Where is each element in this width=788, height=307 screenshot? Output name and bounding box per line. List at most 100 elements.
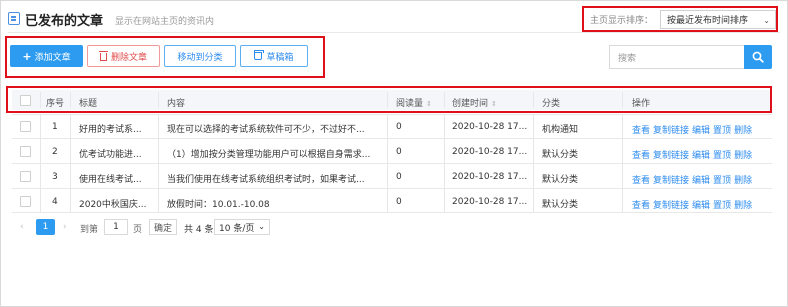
row-created: 2020-10-28 17... <box>452 147 528 157</box>
column-divider <box>158 114 159 212</box>
row-checkbox[interactable] <box>20 196 31 207</box>
move-to-category-button[interactable]: 移动到分类 <box>164 45 236 67</box>
total-count: 共 4 条 <box>184 225 214 235</box>
view-link[interactable]: 查看 <box>632 151 650 161</box>
table-header-highlight <box>6 86 772 113</box>
pin-link[interactable]: 置顶 <box>713 176 731 186</box>
edit-link[interactable]: 编辑 <box>692 151 710 161</box>
row-checkbox[interactable] <box>20 121 31 132</box>
column-divider <box>40 114 41 212</box>
column-header-created[interactable]: 创建时间 ⇕ <box>452 96 497 109</box>
row-actions: 查看 复制链接 编辑 置顶 删除 <box>632 123 755 136</box>
pin-link[interactable]: 置顶 <box>713 201 731 211</box>
row-checkbox[interactable] <box>20 171 31 182</box>
delete-article-label: 删除文章 <box>110 52 147 63</box>
page-size-select[interactable]: 10 条/页 ⌄ <box>214 219 270 235</box>
sort-select[interactable]: 按最近发布时间排序 ⌄ <box>660 9 776 29</box>
row-title[interactable]: 好用的考试系... <box>79 122 142 135</box>
add-article-label: 添加文章 <box>34 52 71 63</box>
copy-link-link[interactable]: 复制链接 <box>653 151 689 161</box>
row-views: 0 <box>396 172 402 182</box>
sort-select-value: 按最近发布时间排序 <box>667 15 749 26</box>
goto-label: 到第 <box>80 225 99 235</box>
column-divider <box>444 92 445 108</box>
copy-link-link[interactable]: 复制链接 <box>653 201 689 211</box>
column-divider <box>622 92 623 108</box>
row-views: 0 <box>396 147 402 157</box>
edit-link[interactable]: 编辑 <box>692 176 710 186</box>
row-index: 3 <box>52 172 58 182</box>
pin-link[interactable]: 置顶 <box>713 151 731 161</box>
row-category: 机构通知 <box>542 125 579 135</box>
row-views: 0 <box>396 122 402 132</box>
trash-icon <box>98 51 108 61</box>
column-header-title: 标题 <box>79 99 98 109</box>
row-divider <box>12 114 772 115</box>
row-actions: 查看 复制链接 编辑 置顶 删除 <box>632 173 755 186</box>
row-title[interactable]: 使用在线考试... <box>79 172 142 185</box>
pin-link[interactable]: 置顶 <box>713 126 731 136</box>
row-category: 默认分类 <box>542 150 579 160</box>
column-header-created-label: 创建时间 <box>452 99 489 109</box>
chevron-down-icon: ⌄ <box>258 222 265 231</box>
column-header-actions: 操作 <box>632 99 651 109</box>
column-header-index: 序号 <box>46 99 65 109</box>
row-divider <box>12 188 772 189</box>
goto-page-input[interactable]: 1 <box>104 219 128 235</box>
copy-link-link[interactable]: 复制链接 <box>653 176 689 186</box>
row-content: 放假时间：10.01.-10.08 <box>167 200 270 210</box>
row-divider <box>12 138 772 139</box>
column-header-views-label: 阅读量 <box>396 99 424 109</box>
goto-confirm-button[interactable]: 确定 <box>149 219 177 235</box>
delete-link[interactable]: 删除 <box>734 126 752 136</box>
row-title[interactable]: 2020中秋国庆... <box>79 197 147 210</box>
column-divider <box>158 92 159 108</box>
page-title: 已发布的文章 <box>25 14 104 29</box>
search-button[interactable] <box>744 45 772 69</box>
next-page-button[interactable]: › <box>63 222 67 232</box>
add-article-button[interactable]: + 添加文章 <box>10 45 83 67</box>
row-created: 2020-10-28 17... <box>452 172 528 182</box>
edit-link[interactable]: 编辑 <box>692 126 710 136</box>
view-link[interactable]: 查看 <box>632 126 650 136</box>
select-all-checkbox[interactable] <box>20 95 31 106</box>
copy-link-link[interactable]: 复制链接 <box>653 126 689 136</box>
sort-arrows-icon: ⇕ <box>426 100 432 108</box>
plus-icon: + <box>22 49 32 63</box>
move-to-category-label: 移动到分类 <box>177 52 223 63</box>
document-icon <box>8 12 20 25</box>
edit-link[interactable]: 编辑 <box>692 201 710 211</box>
delete-link[interactable]: 删除 <box>734 176 752 186</box>
drafts-button[interactable]: 草稿箱 <box>240 45 308 67</box>
row-created: 2020-10-28 17... <box>452 197 528 207</box>
row-content: 当我们使用在线考试系统组织考试时，如果考试... <box>167 175 365 185</box>
row-actions: 查看 复制链接 编辑 置顶 删除 <box>632 198 755 211</box>
delete-link[interactable]: 删除 <box>734 201 752 211</box>
view-link[interactable]: 查看 <box>632 201 650 211</box>
prev-page-button[interactable]: ‹ <box>20 222 24 232</box>
row-title[interactable]: 优考试功能进... <box>79 147 142 160</box>
search-input[interactable]: 搜索 <box>609 45 744 69</box>
row-checkbox[interactable] <box>20 146 31 157</box>
column-divider <box>387 92 388 108</box>
row-index: 1 <box>52 122 58 132</box>
column-divider <box>70 114 71 212</box>
row-divider <box>12 163 772 164</box>
row-content: （1）增加按分类管理功能用户可以根据自身需求... <box>167 150 371 160</box>
page-number-current[interactable]: 1 <box>36 219 55 235</box>
column-divider <box>622 114 623 212</box>
column-divider <box>533 92 534 108</box>
draft-box-icon <box>254 50 265 60</box>
row-index: 2 <box>52 147 58 157</box>
search-icon <box>752 51 764 63</box>
header-divider <box>8 32 780 33</box>
column-divider <box>387 114 388 212</box>
delete-link[interactable]: 删除 <box>734 151 752 161</box>
page-size-value: 10 条/页 <box>219 223 255 234</box>
delete-article-button[interactable]: 删除文章 <box>87 45 160 67</box>
column-header-views[interactable]: 阅读量 ⇕ <box>396 96 432 109</box>
row-views: 0 <box>396 197 402 207</box>
view-link[interactable]: 查看 <box>632 176 650 186</box>
row-content: 现在可以选择的考试系统软件可不少，不过好不... <box>167 125 365 135</box>
drafts-label: 草稿箱 <box>266 52 294 63</box>
